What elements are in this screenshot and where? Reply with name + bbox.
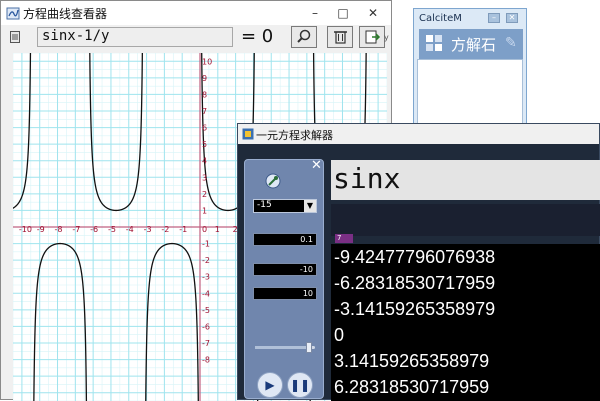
- y-tick-label: 4: [202, 157, 207, 166]
- solver-control-panel: ✕ -15 ▼ 0.1 -10 10 ▶ ❚❚: [244, 158, 324, 399]
- speed-slider-thumb[interactable]: [306, 342, 312, 353]
- x-tick-label: -7: [72, 225, 80, 234]
- minimize-button[interactable]: –: [301, 3, 329, 23]
- y-tick-label: 6: [202, 124, 207, 133]
- start-value-select[interactable]: -15 ▼: [253, 199, 317, 213]
- y-tick-label: -3: [202, 273, 210, 282]
- zoom-button[interactable]: [291, 26, 317, 48]
- calcite-logo-icon: [426, 35, 442, 51]
- solver-app-icon: [242, 128, 254, 140]
- x-tick-label: -9: [37, 225, 45, 234]
- play-button[interactable]: ▶: [257, 372, 283, 398]
- wrench-icon[interactable]: [265, 173, 281, 189]
- equals-zero-label: = 0: [241, 26, 274, 47]
- step-field[interactable]: 0.1: [253, 233, 317, 246]
- min-field[interactable]: -10: [253, 263, 317, 276]
- result-row: -9.42477796076938: [334, 247, 496, 267]
- toolbar-axis-label: y: [384, 33, 389, 42]
- magnifier-icon: [297, 29, 311, 43]
- viewer-toolbar: sinx-1/y = 0 y: [1, 25, 391, 51]
- x-tick-label: 0: [202, 225, 207, 234]
- y-tick-label: -5: [202, 306, 210, 315]
- x-tick-label: -4: [126, 225, 134, 234]
- x-tick-label: -2: [161, 225, 169, 234]
- play-icon: ▶: [265, 378, 275, 392]
- start-value-text: -15: [257, 200, 272, 210]
- maximize-button[interactable]: □: [329, 3, 357, 23]
- calcite-close-button[interactable]: ✕: [506, 13, 518, 23]
- equation-solver-window: 一元方程求解器 ✕ -15 ▼ 0.1 -10 10 ▶ ❚❚ sinx 7 -…: [237, 123, 600, 401]
- results-list[interactable]: -9.42477796076938 -6.28318530717959 -3.141…: [331, 244, 600, 401]
- y-tick-label: 10: [202, 57, 212, 66]
- export-icon: [365, 30, 381, 44]
- result-row: -6.28318530717959: [334, 273, 496, 293]
- y-tick-label: -7: [202, 339, 210, 348]
- close-button[interactable]: ✕: [359, 3, 387, 23]
- y-tick-label: -2: [202, 256, 210, 265]
- results-header-strip: [331, 204, 600, 236]
- app-icon: [6, 7, 20, 20]
- root-count-badge: 7: [335, 234, 353, 243]
- x-tick-label: 1: [215, 225, 220, 234]
- pen-icon: ✎: [505, 35, 517, 51]
- y-tick-label: -6: [202, 322, 210, 331]
- result-row: -3.14159265358979: [334, 299, 496, 319]
- pause-icon: ❚❚: [289, 378, 311, 392]
- calcite-minimize-button[interactable]: –: [488, 13, 500, 23]
- clear-button[interactable]: [327, 26, 353, 48]
- speed-slider[interactable]: [255, 342, 315, 353]
- x-tick-label: -6: [90, 225, 98, 234]
- document-icon[interactable]: [10, 31, 20, 43]
- viewer-titlebar[interactable]: 方程曲线查看器 – □ ✕: [1, 1, 391, 25]
- y-tick-label: 5: [202, 140, 207, 149]
- x-tick-label: -10: [19, 225, 32, 234]
- y-tick-label: 3: [202, 173, 207, 182]
- y-tick-label: 9: [202, 74, 207, 83]
- x-tick-label: -8: [55, 225, 63, 234]
- speed-slider-fill: [255, 346, 309, 349]
- y-tick-label: 8: [202, 90, 207, 99]
- chevron-down-icon[interactable]: ▼: [304, 200, 316, 212]
- y-tick-label: -4: [202, 289, 210, 298]
- equation-display: sinx: [331, 160, 600, 200]
- result-row: 0: [334, 325, 345, 345]
- equation-input[interactable]: sinx-1/y: [37, 27, 233, 47]
- pause-button[interactable]: ❚❚: [287, 372, 313, 398]
- result-row: 3.14159265358979: [334, 351, 490, 371]
- solver-title: 一元方程求解器: [256, 129, 333, 142]
- y-tick-label: 1: [202, 206, 207, 215]
- x-tick-label: -5: [108, 225, 116, 234]
- y-tick-label: -1: [202, 240, 210, 249]
- trash-icon: [334, 31, 347, 44]
- result-row: 6.28318530717959: [334, 377, 490, 397]
- calcite-logo-text: 方解石: [451, 36, 497, 54]
- calcite-body[interactable]: [417, 59, 523, 125]
- max-field[interactable]: 10: [253, 287, 317, 300]
- export-button[interactable]: [359, 26, 385, 48]
- equation-display-text: sinx: [333, 162, 401, 195]
- x-tick-label: -1: [179, 225, 187, 234]
- calcite-logo-bar: 方解石 ✎: [419, 29, 523, 59]
- x-tick-label: -3: [144, 225, 152, 234]
- solver-titlebar[interactable]: 一元方程求解器: [238, 124, 599, 144]
- y-tick-label: 7: [202, 107, 207, 116]
- panel-close-button[interactable]: ✕: [311, 158, 322, 173]
- y-tick-label: -8: [202, 356, 210, 365]
- calcite-title: CalciteM: [419, 13, 462, 24]
- calcite-window: CalciteM – ✕ 方解石 ✎: [413, 8, 527, 128]
- viewer-title: 方程曲线查看器: [23, 7, 108, 21]
- y-tick-label: 2: [202, 190, 207, 199]
